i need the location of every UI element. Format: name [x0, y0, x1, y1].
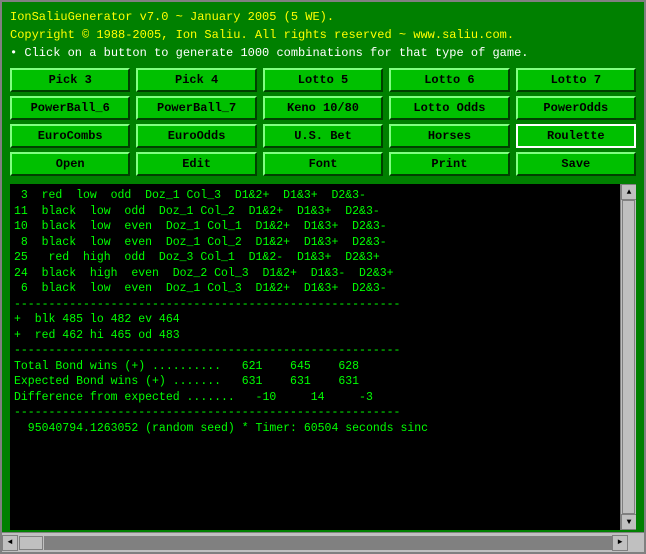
euro-combs-button[interactable]: EuroCombs — [10, 124, 130, 148]
statusbar: ◄ ► — [2, 532, 644, 552]
euro-odds-button[interactable]: EuroOdds — [136, 124, 256, 148]
scrollbar-corner — [628, 534, 644, 552]
roulette-button[interactable]: Roulette — [516, 124, 636, 148]
scroll-h-thumb[interactable] — [19, 536, 43, 550]
button-row-4: Open Edit Font Print Save — [10, 152, 636, 176]
button-row-1: Pick 3 Pick 4 Lotto 5 Lotto 6 Lotto 7 — [10, 68, 636, 92]
us-bet-button[interactable]: U.S. Bet — [263, 124, 383, 148]
powerball7-button[interactable]: PowerBall_7 — [136, 96, 256, 120]
horizontal-scrollbar[interactable]: ◄ ► — [2, 534, 628, 552]
lotto7-button[interactable]: Lotto 7 — [516, 68, 636, 92]
title-bar: IonSaliuGenerator v7.0 ~ January 2005 (5… — [2, 2, 644, 64]
scroll-right-arrow[interactable]: ► — [612, 535, 628, 551]
pick4-button[interactable]: Pick 4 — [136, 68, 256, 92]
scroll-up-arrow[interactable]: ▲ — [621, 184, 636, 200]
button-row-3: EuroCombs EuroOdds U.S. Bet Horses Roule… — [10, 124, 636, 148]
print-button[interactable]: Print — [389, 152, 509, 176]
output-text: 3 red low odd Doz_1 Col_3 D1&2+ D1&3+ D2… — [10, 184, 620, 530]
scroll-down-arrow[interactable]: ▼ — [621, 514, 636, 530]
output-area: 3 red low odd Doz_1 Col_3 D1&2+ D1&3+ D2… — [10, 184, 636, 530]
scroll-h-track — [44, 536, 612, 550]
power-odds-button[interactable]: PowerOdds — [516, 96, 636, 120]
lotto5-button[interactable]: Lotto 5 — [263, 68, 383, 92]
buttons-section: Pick 3 Pick 4 Lotto 5 Lotto 6 Lotto 7 Po… — [2, 64, 644, 180]
keno-button[interactable]: Keno 10/80 — [263, 96, 383, 120]
pick3-button[interactable]: Pick 3 — [10, 68, 130, 92]
horses-button[interactable]: Horses — [389, 124, 509, 148]
vertical-scrollbar[interactable]: ▲ ▼ — [620, 184, 636, 530]
lotto6-button[interactable]: Lotto 6 — [389, 68, 509, 92]
save-button[interactable]: Save — [516, 152, 636, 176]
font-button[interactable]: Font — [263, 152, 383, 176]
title-line2: Copyright © 1988-2005, Ion Saliu. All ri… — [10, 26, 636, 44]
scroll-left-arrow[interactable]: ◄ — [2, 535, 18, 551]
main-window: IonSaliuGenerator v7.0 ~ January 2005 (5… — [0, 0, 646, 554]
title-line1: IonSaliuGenerator v7.0 ~ January 2005 (5… — [10, 8, 636, 26]
powerball6-button[interactable]: PowerBall_6 — [10, 96, 130, 120]
open-button[interactable]: Open — [10, 152, 130, 176]
lotto-odds-button[interactable]: Lotto Odds — [389, 96, 509, 120]
title-line3: • Click on a button to generate 1000 com… — [10, 44, 636, 62]
button-row-2: PowerBall_6 PowerBall_7 Keno 10/80 Lotto… — [10, 96, 636, 120]
edit-button[interactable]: Edit — [136, 152, 256, 176]
scroll-thumb[interactable] — [622, 200, 635, 514]
